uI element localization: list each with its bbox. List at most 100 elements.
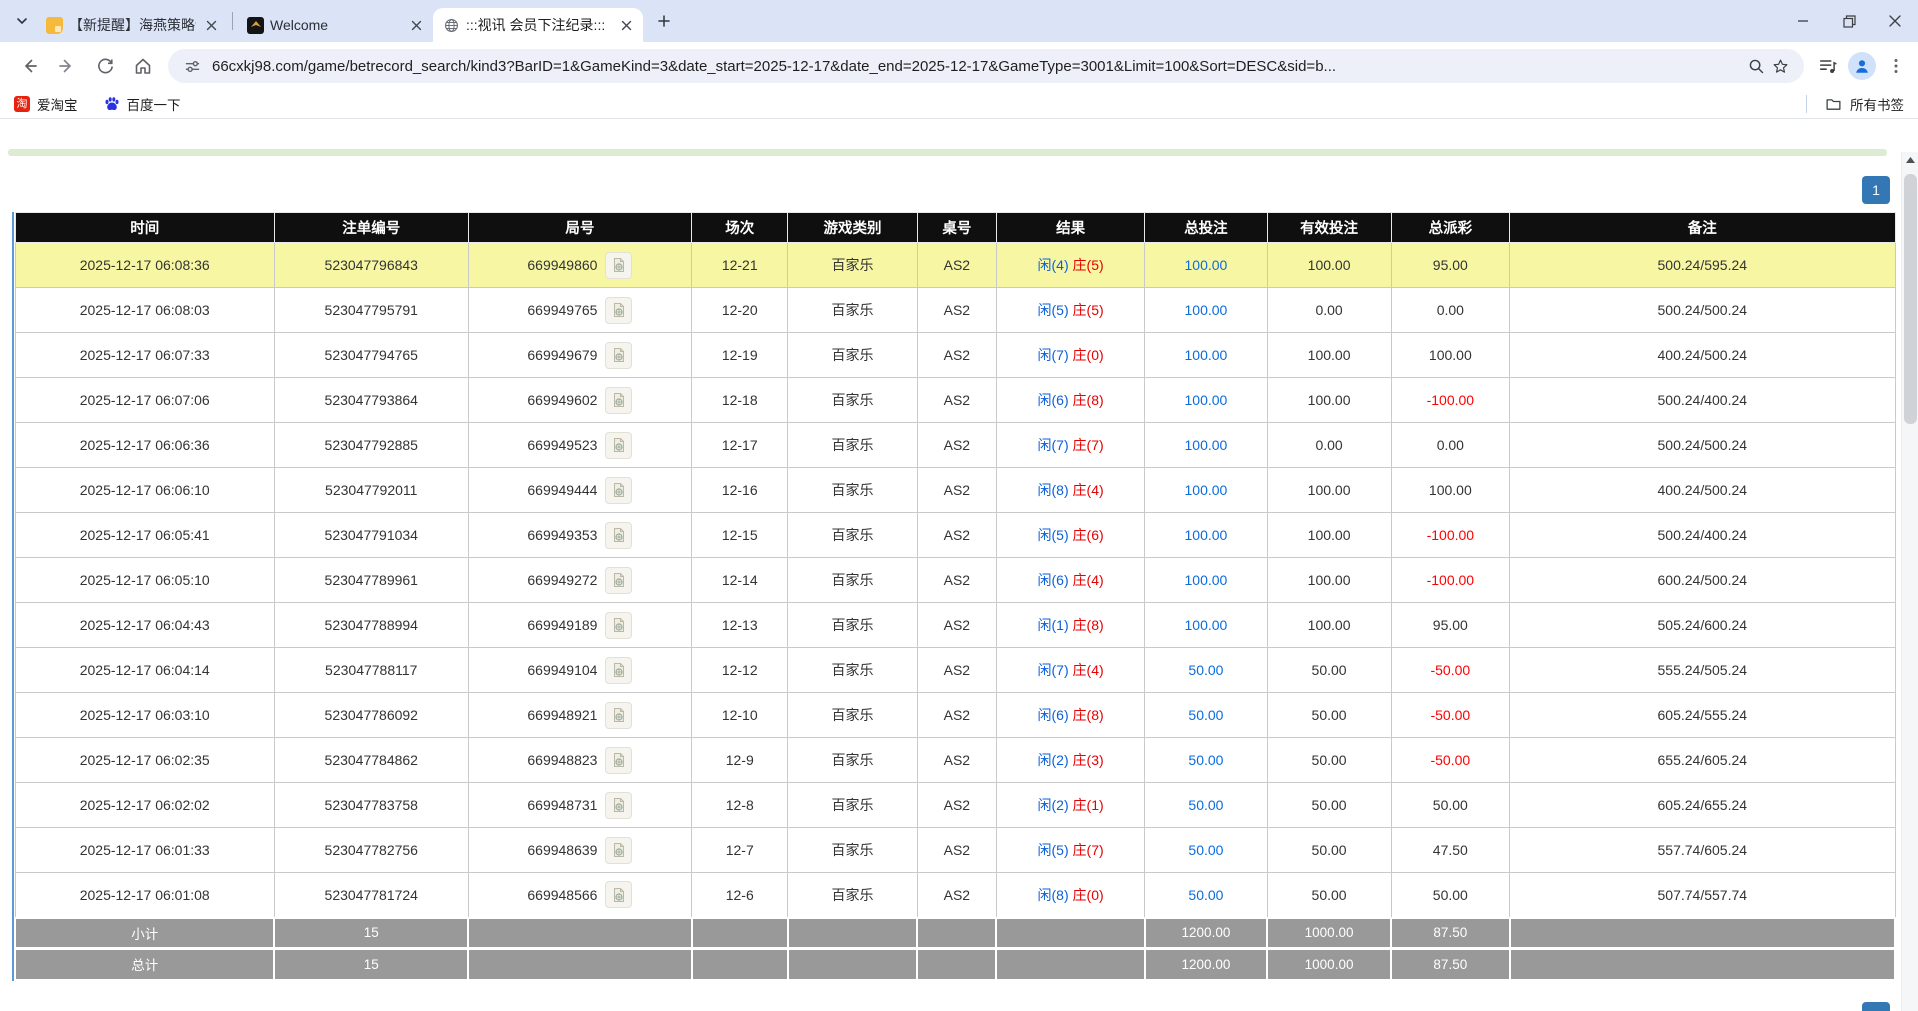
page-scrollbar[interactable] (1901, 152, 1918, 1011)
cell-game-type: 百家乐 (788, 603, 918, 648)
total-bet-link[interactable]: 100.00 (1185, 617, 1228, 633)
cell-round-number: 669948731 (468, 783, 692, 828)
video-replay-button[interactable] (605, 747, 632, 774)
total-bet-link[interactable]: 100.00 (1185, 392, 1228, 408)
column-header: 总派彩 (1391, 213, 1509, 243)
total-bet-link[interactable]: 50.00 (1188, 797, 1223, 813)
video-replay-button[interactable] (605, 881, 632, 908)
total-bet-link[interactable]: 100.00 (1185, 572, 1228, 588)
video-replay-button[interactable] (605, 477, 632, 504)
scrollbar-up-arrow-icon[interactable] (1905, 156, 1916, 164)
result-banker: 庄(8) (1073, 707, 1104, 723)
minimize-icon[interactable] (1780, 0, 1826, 42)
round-number: 669948731 (527, 797, 597, 813)
cell-valid-bet: 100.00 (1267, 558, 1391, 603)
total-bet-link[interactable]: 100.00 (1185, 257, 1228, 273)
menu-kebab-icon[interactable] (1884, 54, 1908, 78)
cell-result: 闲(4) 庄(5) (996, 243, 1145, 288)
tab-search-chevron-icon[interactable] (8, 7, 36, 35)
summary-cell (692, 949, 788, 980)
round-number: 669949353 (527, 527, 597, 543)
total-bet-link[interactable]: 50.00 (1188, 707, 1223, 723)
cell-round-number: 669949104 (468, 648, 692, 693)
video-replay-button[interactable] (605, 342, 632, 369)
tab-forum[interactable]: 【新提醒】海燕策略论坛 - 综合 (36, 8, 228, 42)
bookmark-label: 百度一下 (127, 94, 181, 114)
bookmark-taobao[interactable]: 淘 爱淘宝 (14, 94, 78, 114)
bookmark-baidu[interactable]: 百度一下 (104, 94, 181, 114)
cell-remark: 605.24/655.24 (1510, 783, 1895, 828)
round-number: 669949602 (527, 392, 597, 408)
cell-time: 2025-12-17 06:06:10 (15, 468, 274, 513)
video-replay-button[interactable] (605, 657, 632, 684)
table-row: 2025-12-17 06:07:06 523047793864 6699496… (15, 378, 1895, 423)
profile-avatar[interactable] (1848, 52, 1876, 80)
result-banker: 庄(1) (1073, 797, 1104, 813)
tab-welcome[interactable]: Welcome (237, 8, 433, 42)
url-text[interactable]: 66cxkj98.com/game/betrecord_search/kind3… (212, 58, 1734, 75)
cell-table-number: AS2 (917, 873, 996, 918)
total-bet-link[interactable]: 50.00 (1188, 662, 1223, 678)
video-replay-button[interactable] (605, 297, 632, 324)
cell-time: 2025-12-17 06:01:08 (15, 873, 274, 918)
total-bet-link[interactable]: 50.00 (1188, 752, 1223, 768)
scrollbar-thumb[interactable] (1904, 174, 1917, 424)
table-row: 2025-12-17 06:03:10 523047786092 6699489… (15, 693, 1895, 738)
total-bet-link[interactable]: 50.00 (1188, 842, 1223, 858)
summary-cell (996, 949, 1145, 980)
video-replay-button[interactable] (605, 387, 632, 414)
zoom-page-icon[interactable] (1744, 54, 1768, 78)
video-replay-button[interactable] (605, 612, 632, 639)
forward-icon[interactable] (50, 49, 84, 83)
site-settings-icon[interactable] (180, 54, 204, 78)
cell-remark: 500.24/500.24 (1510, 288, 1895, 333)
total-bet-link[interactable]: 100.00 (1185, 437, 1228, 453)
pagination-page-1-bottom[interactable]: 1 (1862, 1002, 1890, 1011)
cell-payout: -100.00 (1391, 378, 1509, 423)
summary-cell: 小计 (15, 918, 274, 949)
cell-remark: 655.24/605.24 (1510, 738, 1895, 783)
video-replay-button[interactable] (605, 432, 632, 459)
summary-cell (1510, 918, 1895, 949)
total-bet-link[interactable]: 100.00 (1185, 527, 1228, 543)
bookmark-star-icon[interactable] (1768, 54, 1792, 78)
home-icon[interactable] (126, 49, 160, 83)
video-replay-button[interactable] (605, 567, 632, 594)
cell-bet-number: 523047795791 (274, 288, 468, 333)
cell-game-type: 百家乐 (788, 828, 918, 873)
all-bookmarks[interactable]: 所有书签 (1806, 94, 1904, 114)
close-tab-icon[interactable] (202, 16, 220, 34)
video-replay-button[interactable] (605, 702, 632, 729)
cell-time: 2025-12-17 06:05:41 (15, 513, 274, 558)
round-number: 669948639 (527, 842, 597, 858)
cell-game-type: 百家乐 (788, 558, 918, 603)
close-tab-icon[interactable] (617, 16, 635, 34)
cell-game-type: 百家乐 (788, 423, 918, 468)
video-replay-button[interactable] (605, 522, 632, 549)
cell-session: 12-13 (692, 603, 788, 648)
video-replay-button[interactable] (605, 252, 632, 279)
tab-bet-records[interactable]: :::视讯 会员下注纪录::: (433, 8, 643, 42)
result-player: 闲(5) (1038, 527, 1069, 543)
close-window-icon[interactable] (1872, 0, 1918, 42)
video-replay-button[interactable] (605, 837, 632, 864)
summary-cell: 1000.00 (1267, 918, 1391, 949)
total-bet-link[interactable]: 50.00 (1188, 887, 1223, 903)
total-bet-link[interactable]: 100.00 (1185, 302, 1228, 318)
back-icon[interactable] (12, 49, 46, 83)
reload-icon[interactable] (88, 49, 122, 83)
total-bet-link[interactable]: 100.00 (1185, 347, 1228, 363)
total-bet-link[interactable]: 100.00 (1185, 482, 1228, 498)
cell-round-number: 669948823 (468, 738, 692, 783)
pagination-page-1-top[interactable]: 1 (1862, 176, 1890, 204)
cell-game-type: 百家乐 (788, 693, 918, 738)
cell-result: 闲(6) 庄(4) (996, 558, 1145, 603)
new-tab-icon[interactable] (651, 8, 677, 34)
result-banker: 庄(4) (1073, 662, 1104, 678)
close-tab-icon[interactable] (407, 16, 425, 34)
video-replay-button[interactable] (605, 792, 632, 819)
media-controls-icon[interactable] (1816, 54, 1840, 78)
restore-icon[interactable] (1826, 0, 1872, 42)
address-bar[interactable]: 66cxkj98.com/game/betrecord_search/kind3… (168, 49, 1804, 83)
column-header: 局号 (468, 213, 692, 243)
